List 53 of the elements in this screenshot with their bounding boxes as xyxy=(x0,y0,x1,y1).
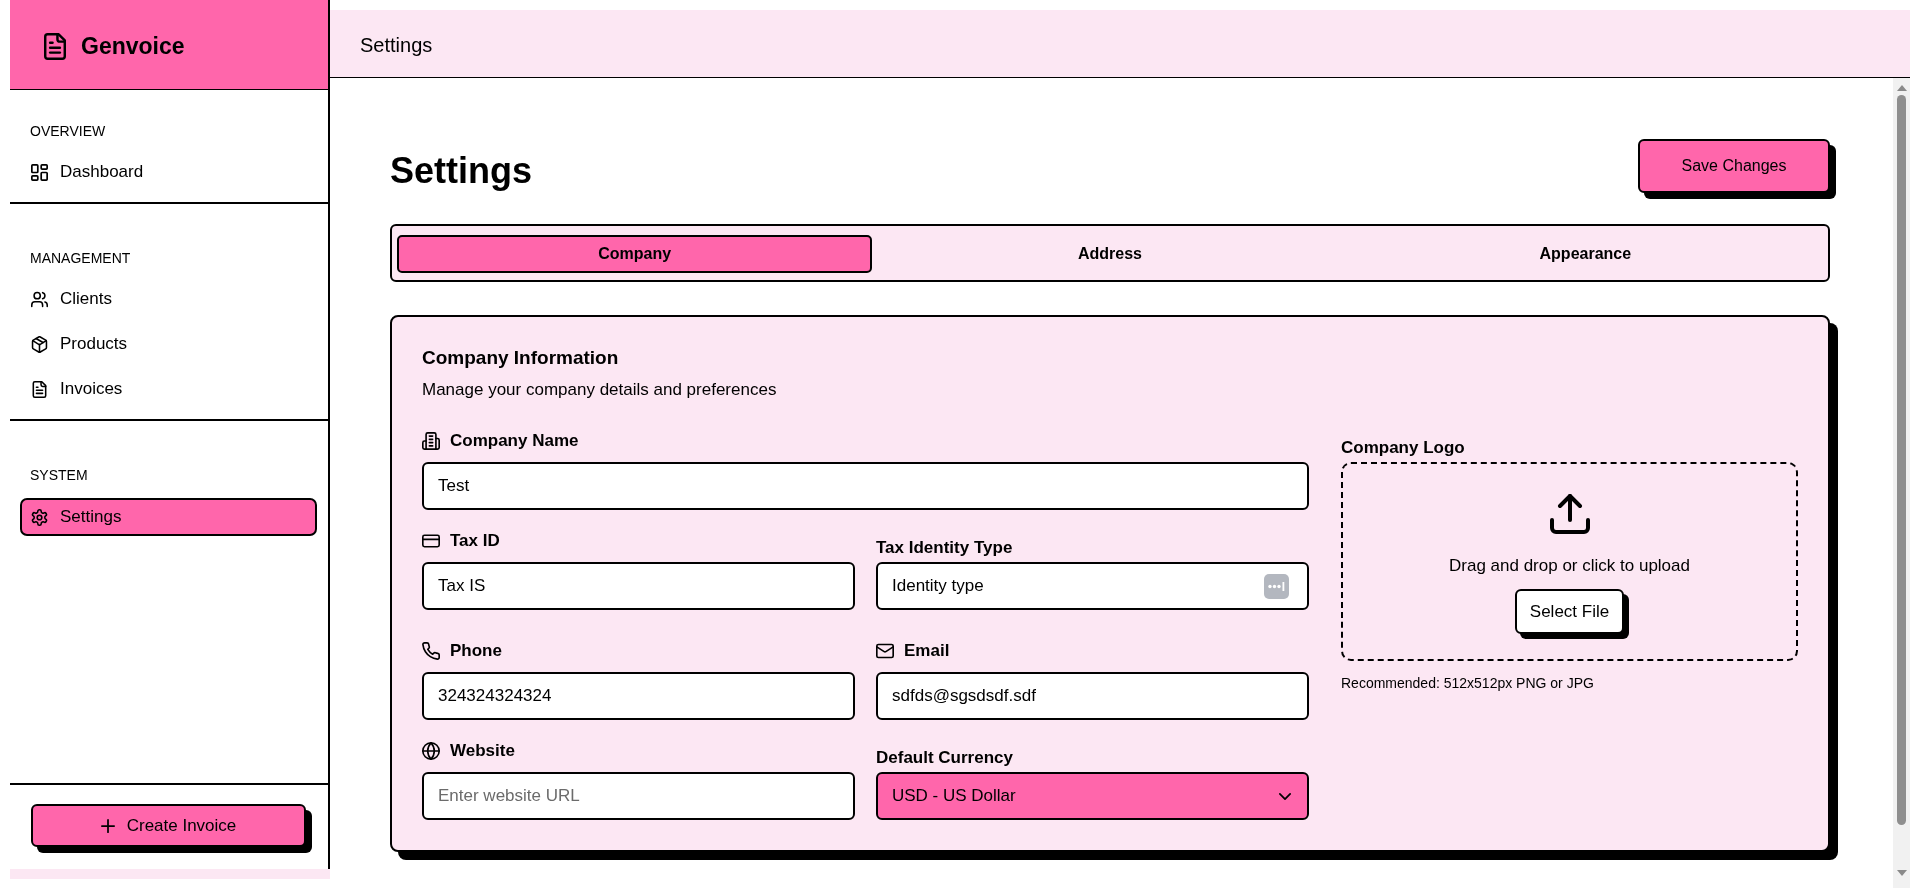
tab[interactable]: Address xyxy=(872,235,1348,273)
currency-select[interactable]: USD - US Dollar xyxy=(876,772,1309,820)
brand-name: Genvoice xyxy=(81,33,185,60)
scroll-down-icon[interactable] xyxy=(1896,870,1907,876)
input-field[interactable]: Test xyxy=(422,462,1309,510)
box-icon xyxy=(31,335,48,353)
logo-hint: Recommended: 512x512px PNG or JPG xyxy=(1341,674,1594,692)
dashboard-icon xyxy=(31,163,48,181)
input-field[interactable]: sdfds@sgsdsdf.sdf xyxy=(876,672,1309,720)
scrollbar[interactable] xyxy=(1893,78,1910,888)
nav-item[interactable]: Clients xyxy=(20,281,317,317)
field-label: Website xyxy=(450,741,515,761)
section-heading: MANAGEMENT xyxy=(30,249,131,267)
input-field[interactable]: Enter website URL xyxy=(422,772,855,820)
mail-icon xyxy=(876,642,894,660)
field-label: Company Logo xyxy=(1341,438,1465,458)
building-icon xyxy=(422,432,440,450)
upload-icon xyxy=(1549,494,1590,534)
header-title: Settings xyxy=(360,33,433,57)
upload-dropzone[interactable]: Drag and drop or click to upload Select File xyxy=(1341,462,1798,661)
nav-item[interactable]: Dashboard xyxy=(20,154,317,190)
plus-icon xyxy=(100,818,115,833)
document-icon xyxy=(31,380,48,398)
settings-icon xyxy=(31,508,48,526)
tab[interactable]: Appearance xyxy=(1347,235,1823,273)
card-subtitle: Manage your company details and preferences xyxy=(422,380,777,400)
field-label: Email xyxy=(904,641,950,661)
section-heading: SYSTEM xyxy=(30,466,88,484)
upload-prompt: Drag and drop or click to upload xyxy=(1449,556,1690,576)
nav-item[interactable]: Invoices xyxy=(20,371,317,407)
input-field[interactable]: Identity type xyxy=(876,562,1309,610)
field-label: Tax Identity Type xyxy=(876,538,1013,558)
card-title: Company Information xyxy=(422,348,619,368)
scrollbar-thumb[interactable] xyxy=(1897,95,1906,825)
page-title: Settings xyxy=(390,149,532,192)
field-label: Company Name xyxy=(450,431,579,451)
nav-item[interactable]: Settings xyxy=(20,498,317,536)
credit-card-icon xyxy=(422,532,440,550)
section-heading: OVERVIEW xyxy=(30,122,106,140)
input-field[interactable]: Tax IS xyxy=(422,562,855,610)
users-icon xyxy=(31,290,48,308)
chevron-down-icon xyxy=(1279,792,1291,800)
globe-icon xyxy=(422,742,440,760)
tab[interactable]: Company xyxy=(397,235,873,273)
document-icon xyxy=(44,33,66,60)
field-label: Phone xyxy=(450,641,502,661)
input-field[interactable]: 324324324324 xyxy=(422,672,855,720)
nav-item[interactable]: Products xyxy=(20,326,317,362)
scroll-up-icon[interactable] xyxy=(1896,85,1907,91)
field-label: Tax ID xyxy=(450,531,500,551)
dots-icon[interactable] xyxy=(1264,574,1289,599)
phone-icon xyxy=(422,642,440,660)
field-label: Default Currency xyxy=(876,748,1013,768)
